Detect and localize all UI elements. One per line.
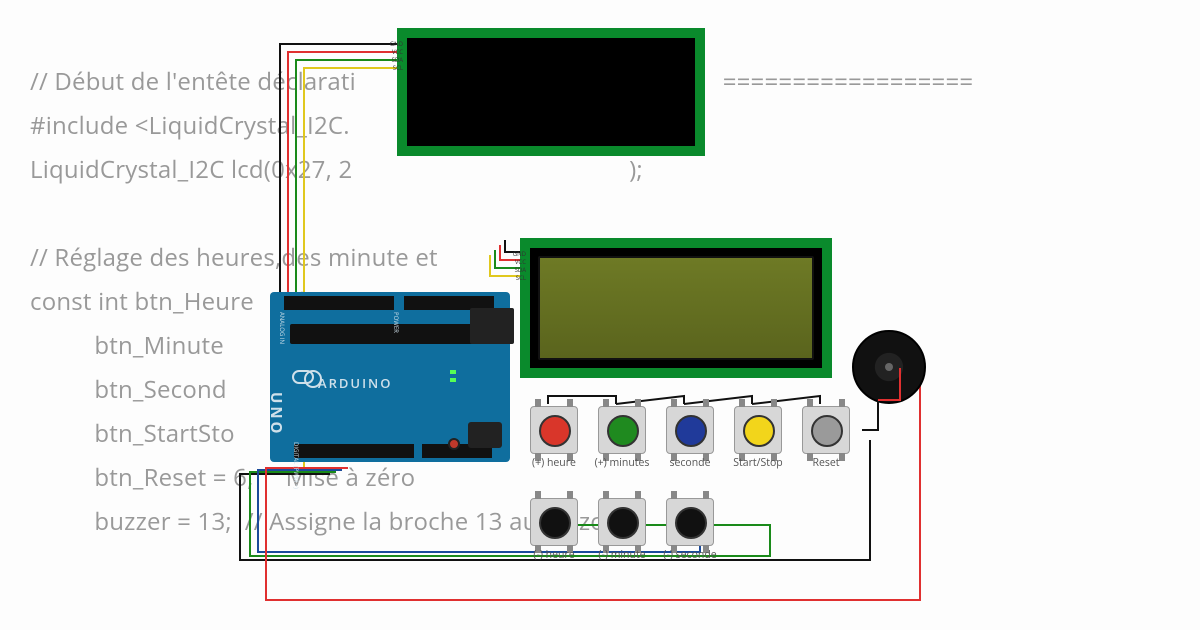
power-jack <box>468 422 502 448</box>
bottom-button-label-1: (-) minute <box>587 548 657 562</box>
top-button-label-1: (+) minutes <box>587 456 657 470</box>
analog-in-label: ANALOG IN <box>278 312 286 344</box>
lcd1-pin-labels: GNDVCCSDASCL <box>385 40 403 72</box>
lcd-display-1[interactable]: GNDVCCSDASCL <box>397 28 705 156</box>
circuit-schematic: GNDVCCSDASCL GNDVCCSDASCL ARDUINO UNO AN… <box>0 0 1200 630</box>
bottom-button-2[interactable] <box>666 498 714 546</box>
top-button-0[interactable] <box>530 406 578 454</box>
top-button-2[interactable] <box>666 406 714 454</box>
button-cap-icon <box>539 507 571 539</box>
top-button-label-0: (+) heure <box>519 456 589 470</box>
arduino-brand-text: ARDUINO <box>318 374 392 392</box>
digital-label: DIGITAL (PWM ~) <box>292 442 300 489</box>
arduino-model-text: UNO <box>266 392 286 436</box>
top-button-label-4: Reset <box>791 456 861 470</box>
button-cap-icon <box>811 415 843 447</box>
button-cap-icon <box>607 507 639 539</box>
top-button-4[interactable] <box>802 406 850 454</box>
arduino-uno[interactable]: ARDUINO UNO ANALOG IN POWER DIGITAL (PWM… <box>270 292 510 462</box>
usb-port <box>470 308 514 344</box>
top-button-label-2: seconde <box>655 456 725 470</box>
atmega-chip <box>290 324 490 344</box>
bottom-button-1[interactable] <box>598 498 646 546</box>
button-cap-icon <box>675 507 707 539</box>
reset-button-board[interactable] <box>448 438 460 450</box>
power-label: POWER <box>392 312 400 333</box>
arduino-logo-icon <box>292 370 314 384</box>
top-button-3[interactable] <box>734 406 782 454</box>
button-cap-icon <box>539 415 571 447</box>
top-button-label-3: Start/Stop <box>723 456 793 470</box>
bottom-button-label-0: (-) heure <box>519 548 589 562</box>
top-button-1[interactable] <box>598 406 646 454</box>
lcd2-pin-labels: GNDVCCSDASCL <box>508 250 526 282</box>
bottom-button-label-2: (-) seconde <box>655 548 725 562</box>
button-cap-icon <box>607 415 639 447</box>
lcd-display-2[interactable]: GNDVCCSDASCL <box>520 238 832 378</box>
lcd2-screen <box>538 256 814 360</box>
bottom-button-0[interactable] <box>530 498 578 546</box>
button-cap-icon <box>743 415 775 447</box>
button-cap-icon <box>675 415 707 447</box>
piezo-buzzer[interactable] <box>852 330 926 404</box>
